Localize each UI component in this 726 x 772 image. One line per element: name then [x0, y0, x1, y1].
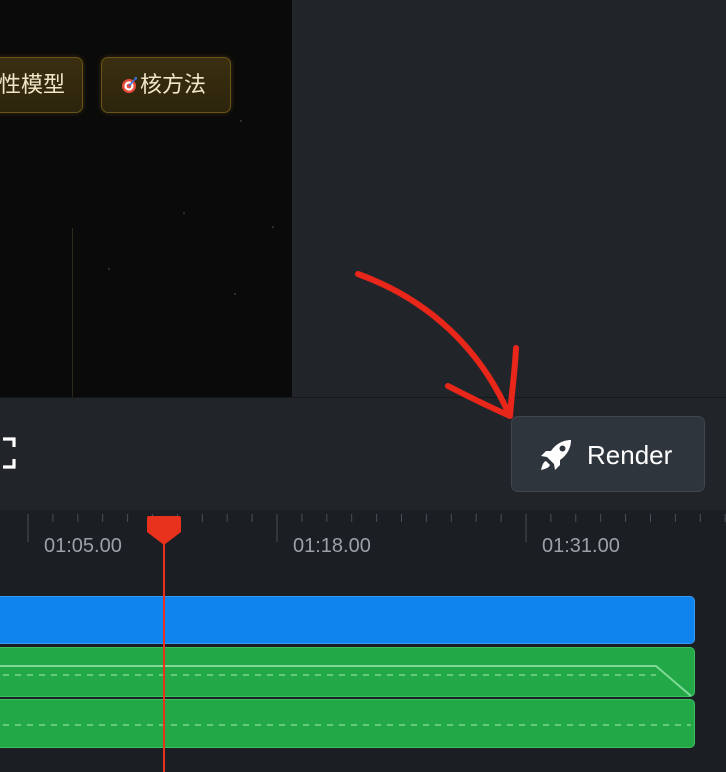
render-button[interactable]: Render [511, 416, 705, 492]
side-panel [292, 0, 726, 397]
rocket-icon [541, 440, 571, 470]
ruler-time-label: 01:31.00 [542, 535, 620, 557]
playhead-line[interactable] [163, 522, 165, 772]
video-track-clip[interactable] [0, 596, 695, 644]
audio-track-clip[interactable] [0, 699, 695, 748]
ruler-time-label: 01:18.00 [293, 535, 371, 557]
audio-waveform [0, 665, 692, 697]
preview-guide-line [72, 228, 73, 397]
tag-label: 性模型 [0, 73, 66, 98]
video-preview: 性模型 核方法 [0, 0, 292, 397]
preview-speck [183, 212, 185, 214]
timeline[interactable]: 01:05.00 01:18.00 01:31.00 [0, 510, 726, 772]
audio-waveform [0, 724, 691, 726]
preview-speck [272, 226, 274, 228]
target-icon [122, 77, 137, 93]
audio-track-clip[interactable] [0, 647, 695, 697]
tag-label: 核方法 [140, 73, 207, 98]
preview-speck [234, 293, 236, 295]
playhead-handle[interactable] [146, 516, 182, 546]
preview-tag: 核方法 [101, 57, 231, 113]
preview-tag: 性模型 [0, 57, 83, 113]
fullscreen-icon[interactable] [0, 436, 18, 470]
preview-speck [240, 120, 242, 122]
ruler-time-label: 01:05.00 [44, 535, 122, 557]
preview-speck [108, 268, 110, 270]
render-button-label: Render [587, 440, 673, 470]
